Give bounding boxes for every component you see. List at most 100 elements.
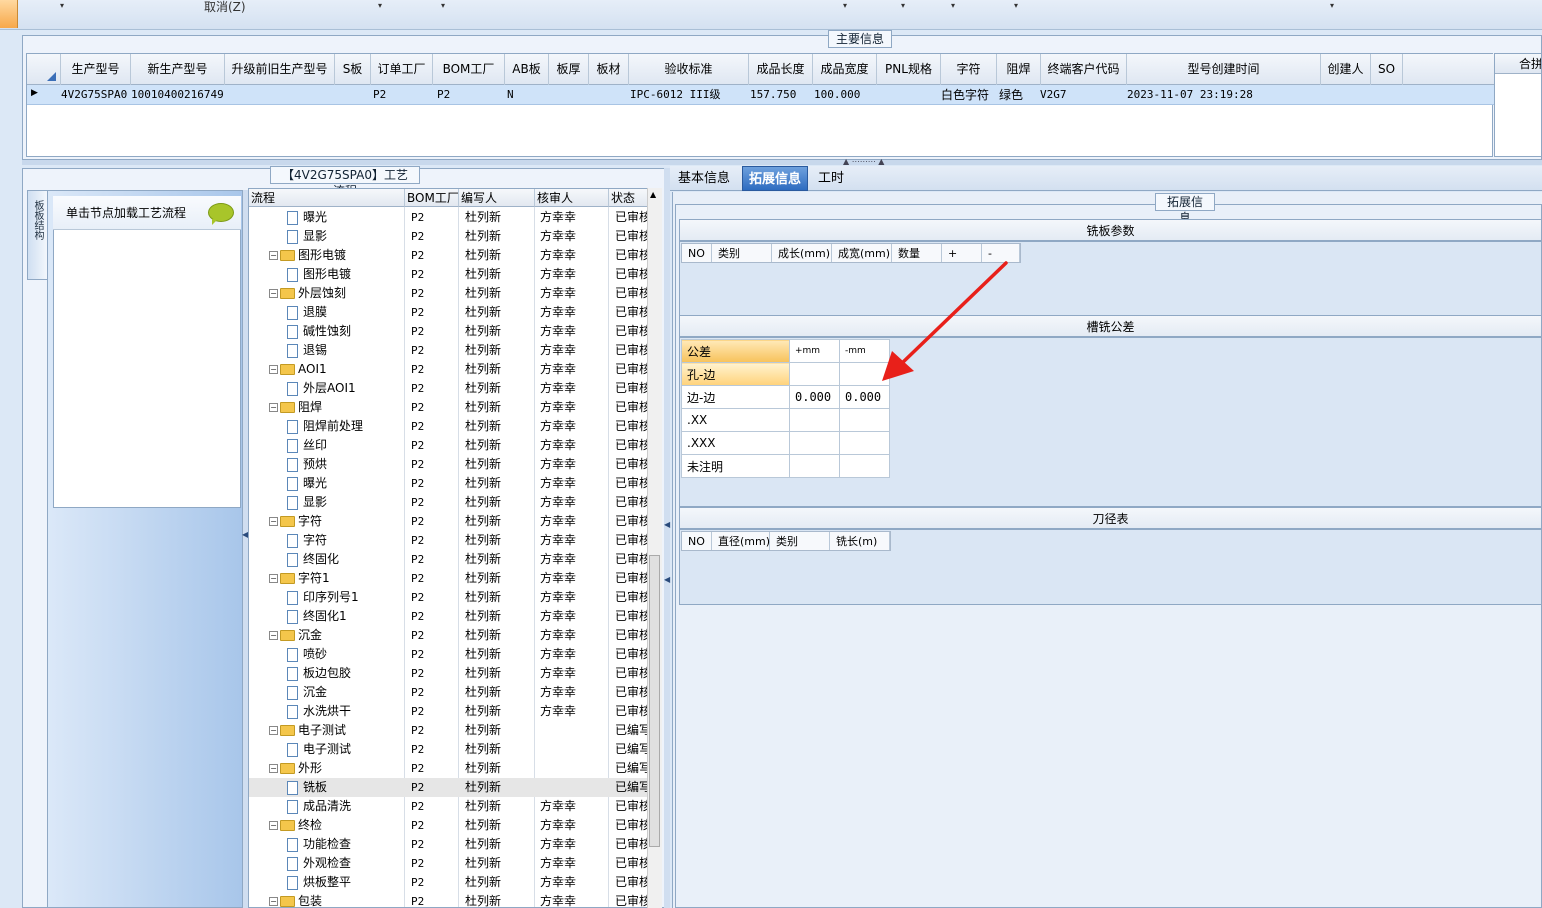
tree-node[interactable]: − 字符1 (269, 569, 403, 588)
tree-cell-reviewer[interactable]: 方幸幸 (540, 436, 606, 455)
tree-node[interactable]: 曝光 (287, 208, 403, 227)
tree-row[interactable]: − AOI1 P2 杜列新 方幸幸 已审核 (249, 360, 649, 379)
tree-node[interactable]: 显影 (287, 227, 403, 246)
tree-node[interactable]: 图形电镀 (287, 265, 403, 284)
col-header[interactable]: AB板 (505, 54, 549, 85)
table-row[interactable]: ▶ 4V2G75SPA0 10010400216749 P2 P2 N IPC-… (27, 85, 1494, 105)
tree-cell-reviewer[interactable]: 方幸幸 (540, 626, 606, 645)
tree-node[interactable]: − AOI1 (269, 360, 403, 379)
col-header[interactable]: S板 (335, 54, 371, 85)
tree-cell-status[interactable]: 已审核 (615, 531, 649, 550)
tree-cell-reviewer[interactable]: 方幸幸 (540, 303, 606, 322)
tree-cell-reviewer[interactable]: 方幸幸 (540, 208, 606, 227)
tree-cell-writer[interactable]: 杜列新 (465, 816, 533, 835)
tree-cell-writer[interactable]: 杜列新 (465, 797, 533, 816)
tolerance-minus-cell[interactable]: 0.000 (839, 385, 890, 409)
tree-cell-reviewer[interactable]: 方幸幸 (540, 607, 606, 626)
tree-cell-status[interactable]: 已编写 (615, 759, 649, 778)
tree-node[interactable]: 终固化1 (287, 607, 403, 626)
tree-cell-writer[interactable]: 杜列新 (465, 892, 533, 907)
tree-cell-bom[interactable]: P2 (411, 778, 457, 797)
tree-cell-writer[interactable]: 杜列新 (465, 626, 533, 645)
tree-cell-reviewer[interactable]: 方幸幸 (540, 265, 606, 284)
cell[interactable] (549, 85, 589, 105)
tree-row[interactable]: 沉金 P2 杜列新 方幸幸 已审核 (249, 683, 649, 702)
tree-node[interactable]: − 外形 (269, 759, 403, 778)
tree-row[interactable]: 功能检查 P2 杜列新 方幸幸 已审核 (249, 835, 649, 854)
tree-cell-status[interactable]: 已审核 (615, 493, 649, 512)
tree-row[interactable]: 喷砂 P2 杜列新 方幸幸 已审核 (249, 645, 649, 664)
collapse-icon[interactable]: − (269, 574, 278, 583)
row-selector-header[interactable] (27, 54, 61, 85)
tree-node[interactable]: 预烘 (287, 455, 403, 474)
tree-row[interactable]: − 图形电镀 P2 杜列新 方幸幸 已审核 (249, 246, 649, 265)
tree-cell-status[interactable]: 已审核 (615, 550, 649, 569)
tree-row[interactable]: − 电子测试 P2 杜列新 已编写 (249, 721, 649, 740)
tree-cell-status[interactable]: 已审核 (615, 303, 649, 322)
row-label[interactable]: .XXX (681, 431, 790, 455)
tree-cell-writer[interactable]: 杜列新 (465, 341, 533, 360)
scroll-up-icon[interactable]: ▲ (650, 190, 656, 199)
tree-cell-bom[interactable]: P2 (411, 474, 457, 493)
tree-cell-bom[interactable]: P2 (411, 417, 457, 436)
tree-cell-writer[interactable]: 杜列新 (465, 702, 533, 721)
tolerance-plus-cell[interactable]: 0.000 (789, 385, 840, 409)
tree-row[interactable]: 铣板 P2 杜列新 已编写 (249, 778, 649, 797)
tree-node[interactable]: − 外层蚀刻 (269, 284, 403, 303)
col-header[interactable]: 创建人 (1321, 54, 1371, 85)
tree-cell-reviewer[interactable]: 方幸幸 (540, 588, 606, 607)
tree-cell-reviewer[interactable]: 方幸幸 (540, 569, 606, 588)
tree-col-header[interactable]: 编写人 (459, 189, 535, 207)
loader-box[interactable] (53, 196, 241, 508)
col-header[interactable]: 板厚 (549, 54, 589, 85)
tree-row[interactable]: 曝光 P2 杜列新 方幸幸 已审核 (249, 208, 649, 227)
tree-cell-status[interactable]: 已审核 (615, 379, 649, 398)
tree-cell-reviewer[interactable]: 方幸幸 (540, 284, 606, 303)
tree-row[interactable]: 预烘 P2 杜列新 方幸幸 已审核 (249, 455, 649, 474)
tree-cell-writer[interactable]: 杜列新 (465, 569, 533, 588)
tree-cell-writer[interactable]: 杜列新 (465, 645, 533, 664)
tree-cell-writer[interactable]: 杜列新 (465, 284, 533, 303)
tree-node[interactable]: 曝光 (287, 474, 403, 493)
cell[interactable]: 2023-11-07 23:19:28 (1127, 85, 1321, 105)
tree-cell-writer[interactable]: 杜列新 (465, 759, 533, 778)
col-header[interactable]: 成品长度 (749, 54, 813, 85)
dropdown-arrow-icon[interactable]: ▾ (1330, 1, 1334, 10)
tree-row[interactable]: 外层AOI1 P2 杜列新 方幸幸 已审核 (249, 379, 649, 398)
row-label[interactable]: 边-边 (681, 385, 790, 409)
cell[interactable]: V2G7 (1040, 85, 1127, 105)
col-header[interactable]: 公差 (681, 339, 790, 363)
tree-node[interactable]: 喷砂 (287, 645, 403, 664)
dropdown-arrow-icon[interactable]: ▾ (843, 1, 847, 10)
col-header[interactable]: 阻焊 (997, 54, 1041, 85)
tree-cell-bom[interactable]: P2 (411, 208, 457, 227)
tree-cell-status[interactable]: 已审核 (615, 816, 649, 835)
tree-cell-bom[interactable]: P2 (411, 854, 457, 873)
cancel-button[interactable]: 取消(Z) (204, 0, 246, 15)
tree-row[interactable]: 丝印 P2 杜列新 方幸幸 已审核 (249, 436, 649, 455)
tolerance-plus-cell[interactable] (789, 362, 840, 386)
tree-node[interactable]: − 字符 (269, 512, 403, 531)
tree-node[interactable]: 退锡 (287, 341, 403, 360)
tree-node[interactable]: 烘板整平 (287, 873, 403, 892)
cell[interactable]: IPC-6012 III级 (630, 85, 749, 105)
tree-cell-status[interactable]: 已审核 (615, 512, 649, 531)
tree-cell-bom[interactable]: P2 (411, 835, 457, 854)
col-header[interactable]: BOM工厂 (433, 54, 505, 85)
collapse-icon[interactable]: − (269, 403, 278, 412)
cell[interactable]: 10010400216749 (131, 85, 225, 105)
tree-node[interactable]: − 阻焊 (269, 398, 403, 417)
col-header[interactable]: 直径(mm) (712, 532, 770, 550)
tree-cell-bom[interactable]: P2 (411, 455, 457, 474)
tree-cell-reviewer[interactable]: 方幸幸 (540, 797, 606, 816)
tree-node[interactable]: 外层AOI1 (287, 379, 403, 398)
tree-node[interactable]: 丝印 (287, 436, 403, 455)
tree-col-header[interactable]: BOM工厂 (405, 189, 459, 207)
tree-cell-writer[interactable]: 杜列新 (465, 588, 533, 607)
tree-cell-bom[interactable]: P2 (411, 740, 457, 759)
cell[interactable]: P2 (437, 85, 505, 105)
tree-cell-writer[interactable]: 杜列新 (465, 455, 533, 474)
tree-col-header[interactable]: 核审人 (535, 189, 609, 207)
tree-cell-reviewer[interactable]: 方幸幸 (540, 322, 606, 341)
dropdown-arrow-icon[interactable]: ▾ (1014, 1, 1018, 10)
